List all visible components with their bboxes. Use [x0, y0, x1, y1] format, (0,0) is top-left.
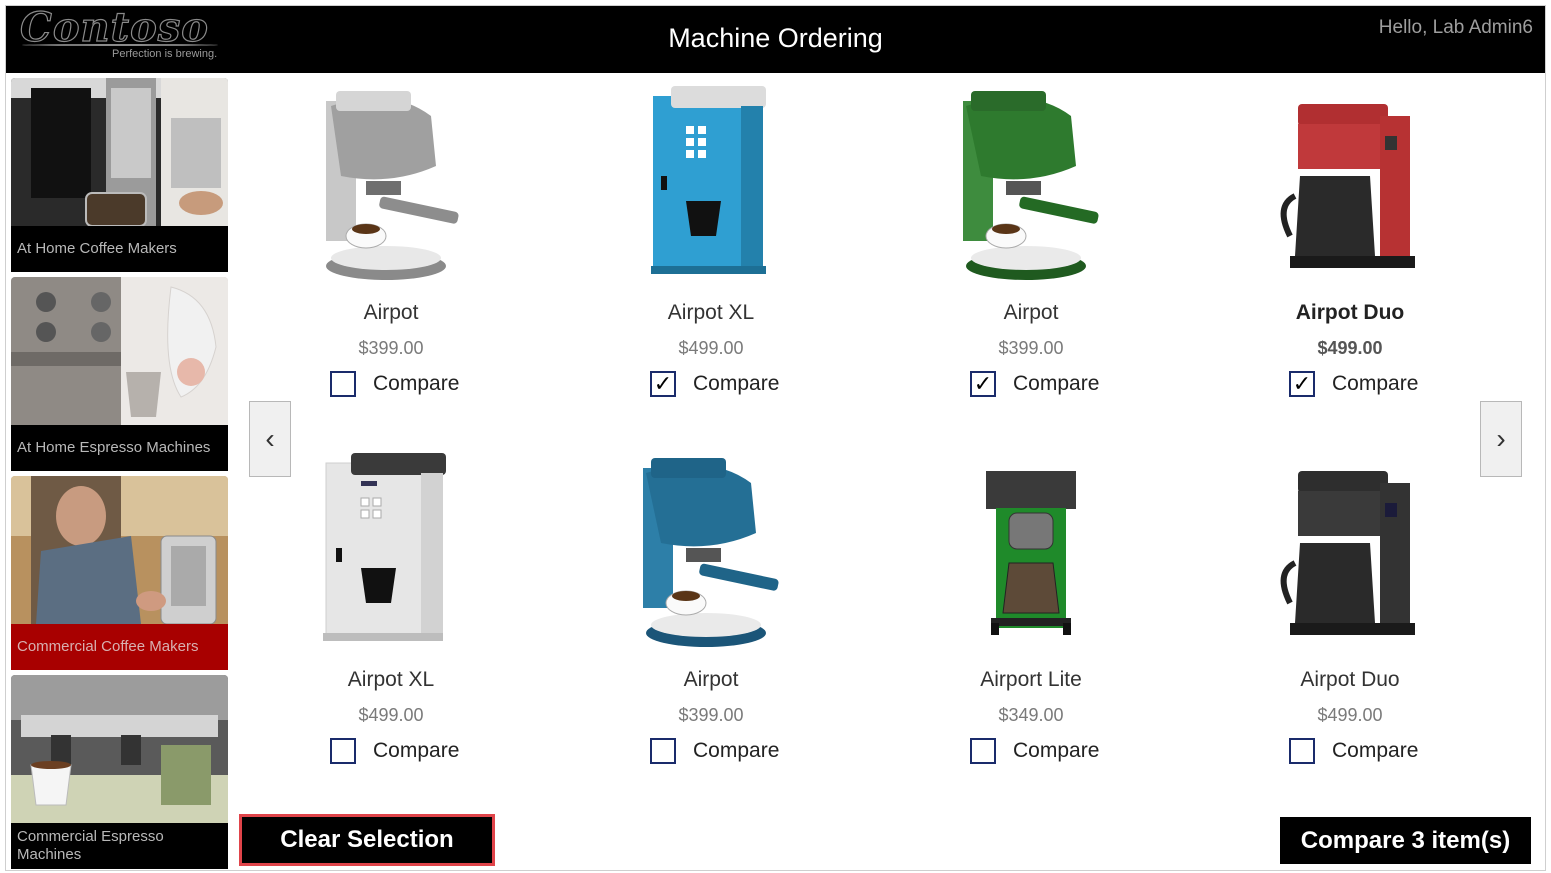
- product-price: $499.00: [358, 705, 424, 725]
- compare-checkbox[interactable]: Compare: [330, 368, 459, 400]
- compare-label: Compare: [1013, 739, 1100, 762]
- product-name: Airpot Duo: [1295, 301, 1405, 324]
- compare-checkbox[interactable]: Compare: [330, 735, 459, 767]
- product-card[interactable]: Airpot Duo $499.00 Compare: [1220, 453, 1480, 793]
- product-image-espresso-gray: [326, 91, 459, 280]
- category-image-commercial-coffee: [11, 476, 228, 624]
- product-image-espresso-blue: [643, 458, 779, 647]
- checkbox-box[interactable]: [1289, 738, 1315, 764]
- compare-checkbox[interactable]: Compare: [650, 735, 779, 767]
- category-image-coffee-maker: [11, 78, 228, 226]
- product-image-drip-red: [1280, 104, 1415, 268]
- category-image-commercial-espresso: [11, 675, 228, 823]
- checkbox-box[interactable]: ✓: [970, 371, 996, 397]
- product-name: Airport Lite: [980, 668, 1082, 691]
- product-price: $499.00: [1317, 705, 1383, 725]
- checkbox-box[interactable]: [330, 371, 356, 397]
- product-price: $399.00: [358, 338, 424, 358]
- category-at-home-coffee-makers[interactable]: At Home Coffee Makers: [11, 78, 228, 272]
- category-label: At Home Coffee Makers: [11, 226, 228, 272]
- compare-label: Compare: [373, 739, 460, 762]
- product-card[interactable]: Airpot Duo $499.00 ✓ Compare: [1220, 86, 1480, 426]
- product-image-dispenser-blue: [651, 86, 766, 274]
- category-label: At Home Espresso Machines: [11, 425, 228, 471]
- compare-checkbox[interactable]: ✓ Compare: [650, 368, 779, 400]
- compare-label: Compare: [1332, 372, 1419, 395]
- product-price: $499.00: [1317, 338, 1383, 358]
- category-image-espresso-machine: [11, 277, 228, 425]
- checkbox-box[interactable]: [330, 738, 356, 764]
- product-name: Airpot: [363, 301, 419, 324]
- chevron-left-icon: ‹: [265, 423, 275, 454]
- compare-label: Compare: [1332, 739, 1419, 762]
- product-image-espresso-green: [963, 91, 1099, 280]
- checkbox-box[interactable]: ✓: [1289, 371, 1315, 397]
- product-name: Airpot: [683, 668, 739, 691]
- product-price: $399.00: [678, 705, 744, 725]
- product-card[interactable]: Airpot XL $499.00 Compare: [261, 453, 521, 793]
- product-card[interactable]: Airpot $399.00 ✓ Compare: [901, 86, 1161, 426]
- product-price: $399.00: [998, 338, 1064, 358]
- compare-checkbox[interactable]: Compare: [1289, 735, 1418, 767]
- checkbox-box[interactable]: ✓: [650, 371, 676, 397]
- compare-label: Compare: [1013, 372, 1100, 395]
- compare-label: Compare: [373, 372, 460, 395]
- product-image-dispenser-white: [323, 453, 446, 641]
- compare-items-button[interactable]: Compare 3 item(s): [1280, 817, 1531, 864]
- compare-checkbox[interactable]: Compare: [970, 735, 1099, 767]
- clear-selection-button[interactable]: Clear Selection: [239, 814, 495, 866]
- user-greeting: Hello, Lab Admin6: [1378, 17, 1533, 38]
- category-at-home-espresso-machines[interactable]: At Home Espresso Machines: [11, 277, 228, 471]
- product-name: Airpot XL: [667, 301, 755, 324]
- category-label: Commercial Espresso Machines: [11, 823, 228, 869]
- category-label: Commercial Coffee Makers: [11, 624, 228, 670]
- compare-label: Compare: [693, 372, 780, 395]
- product-card[interactable]: Airpot $399.00 Compare: [261, 86, 521, 426]
- compare-label: Compare: [693, 739, 780, 762]
- product-card[interactable]: Airpot XL $499.00 ✓ Compare: [581, 86, 841, 426]
- chevron-right-icon: ›: [1496, 423, 1506, 454]
- product-name: Airpot Duo: [1300, 668, 1400, 691]
- category-commercial-coffee-makers[interactable]: Commercial Coffee Makers: [11, 476, 228, 670]
- checkbox-box[interactable]: [650, 738, 676, 764]
- product-price: $499.00: [678, 338, 744, 358]
- compare-checkbox[interactable]: ✓ Compare: [970, 368, 1099, 400]
- next-page-button[interactable]: ›: [1480, 401, 1522, 477]
- header-bar: Contoso Perfection is brewing. Machine O…: [6, 6, 1545, 73]
- compare-checkbox[interactable]: ✓ Compare: [1289, 368, 1418, 400]
- product-card[interactable]: Airpot $399.00 Compare: [581, 453, 841, 793]
- category-commercial-espresso-machines[interactable]: Commercial Espresso Machines: [11, 675, 228, 869]
- product-card[interactable]: Airport Lite $349.00 Compare: [901, 453, 1161, 793]
- product-image-brewer-green: [986, 471, 1076, 635]
- product-name: Airpot: [1003, 301, 1059, 324]
- page-title: Machine Ordering: [668, 23, 883, 53]
- product-name: Airpot XL: [347, 668, 435, 691]
- app-frame: Contoso Perfection is brewing. Machine O…: [5, 5, 1546, 871]
- product-image-drip-black: [1280, 471, 1415, 635]
- checkbox-box[interactable]: [970, 738, 996, 764]
- product-price: $349.00: [998, 705, 1064, 725]
